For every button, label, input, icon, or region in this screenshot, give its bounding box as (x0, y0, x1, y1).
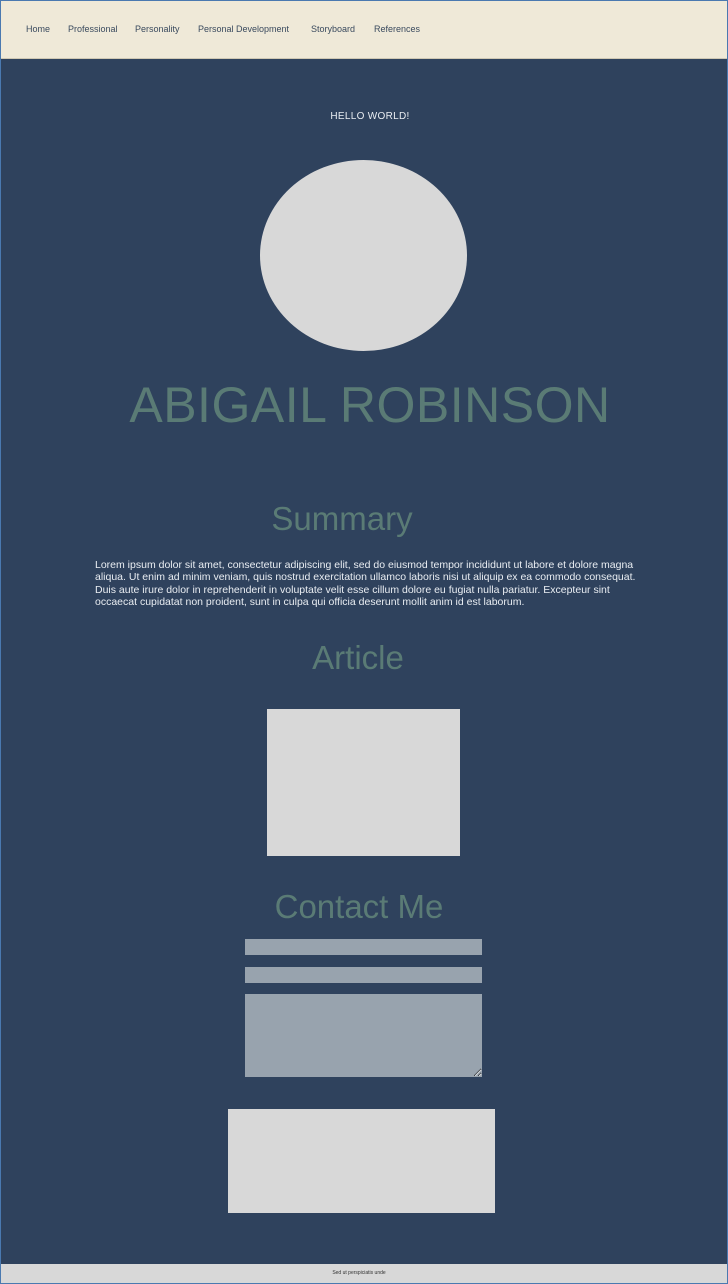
nav-personal-development-link[interactable]: Personal Development (198, 24, 289, 34)
footer: Sed ut perspiciatis unde (1, 1264, 727, 1283)
nav-home-link[interactable]: Home (26, 24, 50, 34)
contact-submit-block[interactable] (228, 1109, 495, 1213)
article-image-placeholder (267, 709, 460, 856)
summary-text: Lorem ipsum dolor sit amet, consectetur … (95, 559, 636, 608)
nav-references-link[interactable]: References (374, 24, 420, 34)
top-navbar: Home Professional Personality Personal D… (1, 1, 727, 59)
hero-greeting: HELLO WORLD! (330, 111, 410, 122)
hero-name: ABIGAIL ROBINSON (129, 377, 611, 433)
nav-personality-link[interactable]: Personality (135, 24, 180, 34)
nav-storyboard-link[interactable]: Storyboard (311, 24, 355, 34)
summary-heading: Summary (271, 500, 413, 537)
footer-text: Sed ut perspiciatis unde (332, 1270, 386, 1276)
contact-message-field[interactable] (245, 994, 482, 1077)
contact-heading: Contact Me (274, 888, 444, 925)
article-heading: Article (312, 639, 404, 676)
contact-name-field[interactable] (245, 939, 482, 955)
profile-photo-placeholder (260, 160, 467, 351)
contact-email-field[interactable] (245, 967, 482, 983)
nav-professional-link[interactable]: Professional (68, 24, 118, 34)
